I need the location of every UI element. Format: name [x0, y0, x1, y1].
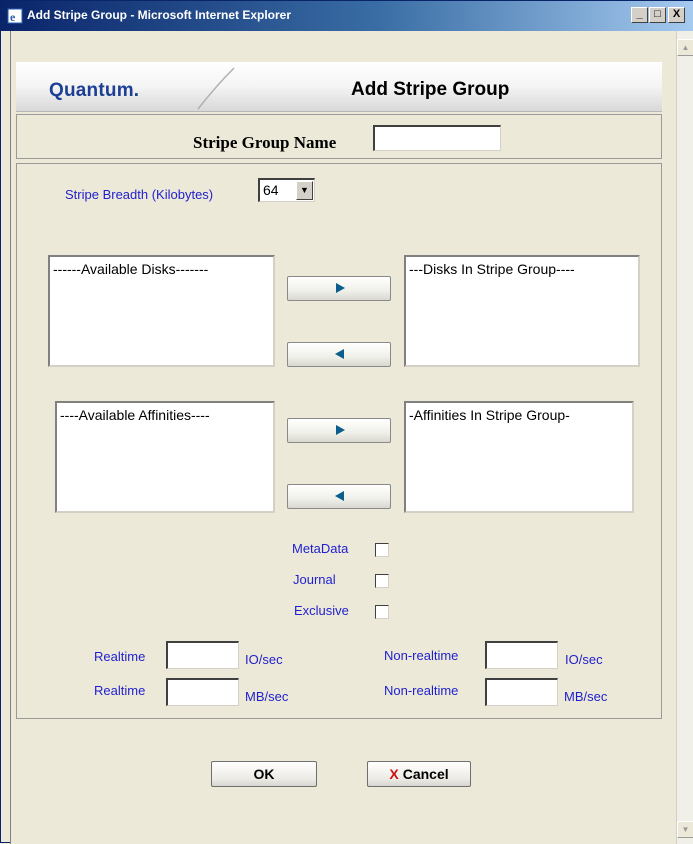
- vertical-scrollbar[interactable]: ▲ ▼: [676, 31, 693, 844]
- left-arrow-icon: [335, 349, 344, 359]
- realtime-mb-input[interactable]: [166, 678, 239, 706]
- page-title: Add Stripe Group: [351, 79, 510, 100]
- metadata-checkbox[interactable]: [375, 543, 389, 557]
- stripe-breadth-label: Stripe Breadth (Kilobytes): [65, 187, 214, 202]
- cancel-button[interactable]: X Cancel: [367, 761, 471, 787]
- quantum-logo: Quantum.: [49, 80, 140, 101]
- remove-disk-button[interactable]: [287, 342, 391, 367]
- exclusive-label: Exclusive: [294, 603, 349, 618]
- right-arrow-icon: [336, 283, 345, 293]
- journal-label: Journal: [293, 572, 336, 587]
- left-arrow-icon: [335, 491, 344, 501]
- stripe-group-name-input[interactable]: [373, 125, 501, 151]
- cancel-button-label: Cancel: [402, 766, 449, 782]
- available-disks-list[interactable]: ------Available Disks-------: [48, 255, 275, 367]
- header-banner: Quantum. Add Stripe Group: [16, 62, 662, 112]
- realtime-mb-label: Realtime: [94, 683, 146, 698]
- stripe-breadth-value: 64: [263, 182, 279, 198]
- nonrealtime-mb-input[interactable]: [485, 678, 558, 706]
- realtime-io-unit: IO/sec: [245, 652, 283, 667]
- remove-affinity-button[interactable]: [287, 484, 391, 509]
- ie-logo-icon: e: [7, 8, 23, 24]
- nonrealtime-mb-label: Non-realtime: [384, 683, 459, 698]
- close-button[interactable]: X: [668, 7, 685, 23]
- ok-button-label: OK: [253, 766, 275, 782]
- nonrealtime-mb-unit: MB/sec: [564, 689, 608, 704]
- stripe-breadth-select[interactable]: 64 ▼: [258, 178, 315, 202]
- title-bar[interactable]: e Add Stripe Group - Microsoft Internet …: [1, 1, 693, 31]
- nonrealtime-io-input[interactable]: [485, 641, 558, 669]
- metadata-label: MetaData: [292, 541, 349, 556]
- add-disk-button[interactable]: [287, 276, 391, 301]
- scroll-up-arrow-icon[interactable]: ▲: [677, 39, 693, 56]
- svg-text:e: e: [10, 10, 16, 24]
- add-affinity-button[interactable]: [287, 418, 391, 443]
- scroll-down-arrow-icon[interactable]: ▼: [677, 821, 693, 838]
- dropdown-arrow-icon[interactable]: ▼: [296, 181, 313, 200]
- exclusive-checkbox[interactable]: [375, 605, 389, 619]
- disks-in-group-header[interactable]: ---Disks In Stripe Group----: [409, 261, 575, 277]
- window-title: Add Stripe Group - Microsoft Internet Ex…: [27, 8, 292, 22]
- journal-checkbox[interactable]: [375, 574, 389, 588]
- disks-in-stripe-group-list[interactable]: ---Disks In Stripe Group----: [404, 255, 640, 367]
- affinities-in-group-header[interactable]: -Affinities In Stripe Group-: [409, 407, 570, 423]
- ie-window: e Add Stripe Group - Microsoft Internet …: [0, 0, 693, 844]
- realtime-io-input[interactable]: [166, 641, 239, 669]
- available-disks-header[interactable]: ------Available Disks-------: [53, 261, 208, 277]
- minimize-button[interactable]: _: [631, 7, 648, 23]
- cancel-x-icon: X: [389, 766, 399, 782]
- available-affinities-list[interactable]: ----Available Affinities----: [55, 401, 275, 513]
- maximize-button[interactable]: □: [649, 7, 666, 23]
- right-arrow-icon: [336, 425, 345, 435]
- available-affinities-header[interactable]: ----Available Affinities----: [60, 407, 210, 423]
- stripe-group-name-label: Stripe Group Name: [193, 133, 337, 152]
- realtime-mb-unit: MB/sec: [245, 689, 289, 704]
- nonrealtime-io-unit: IO/sec: [565, 652, 603, 667]
- name-section: Stripe Group Name: [16, 114, 662, 159]
- ok-button[interactable]: OK: [211, 761, 317, 787]
- realtime-io-label: Realtime: [94, 649, 146, 664]
- nonrealtime-io-label: Non-realtime: [384, 648, 459, 663]
- logo-divider-swoosh: [197, 67, 235, 110]
- affinities-in-stripe-group-list[interactable]: -Affinities In Stripe Group-: [404, 401, 634, 513]
